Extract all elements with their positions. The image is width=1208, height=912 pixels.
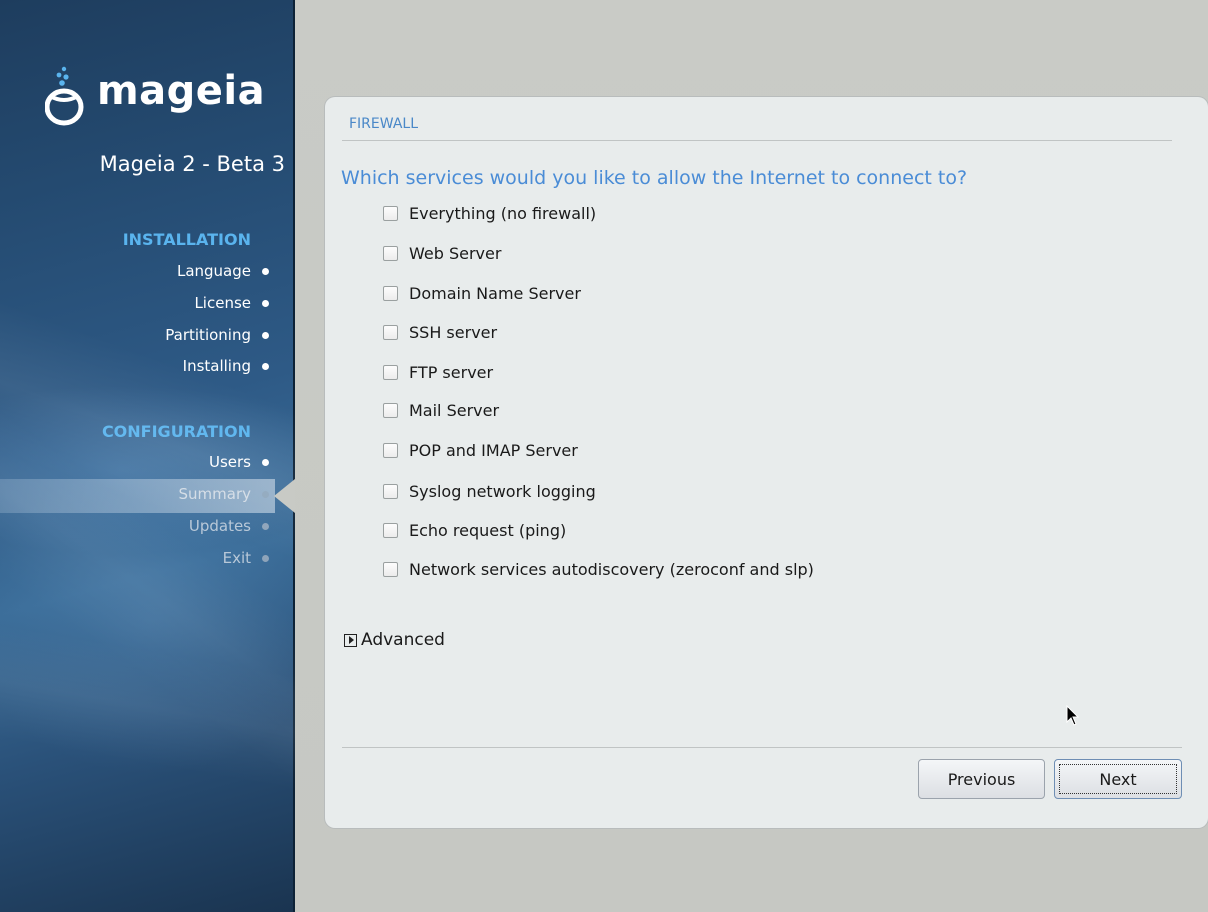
step-summary: Summary (178, 485, 269, 503)
option-label: Mail Server (409, 400, 500, 420)
checkbox[interactable] (383, 522, 398, 538)
option-ftp[interactable]: FTP server (383, 361, 493, 383)
option-label: Network services autodiscovery (zeroconf… (409, 559, 814, 579)
section-installation: INSTALLATION (122, 230, 251, 249)
checkbox[interactable] (383, 245, 398, 261)
step-label: License (194, 294, 251, 312)
triangle-right-icon[interactable] (344, 633, 357, 647)
option-everything[interactable]: Everything (no firewall) (383, 202, 596, 224)
arrow-cursor-icon (1066, 705, 1080, 726)
option-label: Everything (no firewall) (409, 203, 597, 223)
option-autodiscovery[interactable]: Network services autodiscovery (zeroconf… (383, 558, 814, 580)
option-dns[interactable]: Domain Name Server (383, 282, 581, 304)
advanced-label: Advanced (361, 630, 445, 650)
step-license: License (194, 294, 269, 312)
checkbox[interactable] (383, 483, 398, 499)
step-exit: Exit (222, 549, 269, 567)
option-label: Echo request (ping) (409, 520, 567, 540)
version-label: Mageia 2 - Beta 3 (99, 152, 285, 176)
step-label: Partitioning (165, 326, 251, 344)
advanced-expander[interactable]: Advanced (344, 630, 445, 650)
mageia-logo: mageia (45, 66, 285, 130)
step-dot-icon (262, 523, 269, 530)
step-dot-icon (262, 268, 269, 275)
step-dot-icon (262, 363, 269, 370)
checkbox[interactable] (383, 324, 398, 340)
option-echo[interactable]: Echo request (ping) (383, 519, 566, 541)
checkbox[interactable] (383, 561, 398, 577)
option-mail[interactable]: Mail Server (383, 399, 499, 421)
step-language: Language (176, 262, 269, 280)
sidebar: mageia Mageia 2 - Beta 3 INSTALLATION La… (0, 0, 295, 912)
option-label: POP and IMAP Server (409, 440, 578, 460)
option-ssh[interactable]: SSH server (383, 321, 497, 343)
focus-ring (1059, 764, 1177, 794)
page-title: FIREWALL (349, 116, 419, 132)
step-users: Users (208, 453, 269, 471)
step-label: Installing (182, 357, 251, 375)
checkbox[interactable] (383, 364, 398, 380)
option-label: Syslog network logging (409, 481, 596, 501)
option-pop-imap[interactable]: POP and IMAP Server (383, 439, 578, 461)
step-label: Language (176, 262, 251, 280)
step-dot-icon (262, 332, 269, 339)
step-updates: Updates (188, 517, 269, 535)
option-web-server[interactable]: Web Server (383, 242, 501, 264)
step-installing: Installing (182, 357, 269, 375)
title-divider (342, 140, 1172, 141)
bottom-divider (342, 747, 1182, 748)
previous-button[interactable]: Previous (918, 759, 1045, 799)
section-configuration: CONFIGURATION (101, 422, 251, 441)
checkbox[interactable] (383, 402, 398, 418)
step-partitioning: Partitioning (165, 326, 269, 344)
current-step-arrow-icon (274, 479, 295, 513)
checkbox[interactable] (383, 285, 398, 301)
option-label: SSH server (409, 322, 498, 342)
option-label: FTP server (409, 362, 494, 382)
step-dot-icon (262, 459, 269, 466)
question-label: Which services would you like to allow t… (341, 167, 968, 189)
step-dot-icon (262, 491, 269, 498)
step-label: Exit (222, 549, 251, 567)
checkbox[interactable] (383, 442, 398, 458)
step-label: Users (208, 453, 251, 471)
option-label: Domain Name Server (409, 283, 581, 303)
step-dot-icon (262, 300, 269, 307)
step-dot-icon (262, 555, 269, 562)
option-syslog[interactable]: Syslog network logging (383, 480, 596, 502)
mageia-cauldron-icon (45, 66, 84, 126)
step-label: Summary (178, 485, 252, 503)
logo-text: mageia (97, 68, 266, 114)
next-button[interactable]: Next (1054, 759, 1182, 799)
step-label: Updates (188, 517, 251, 535)
checkbox[interactable] (383, 205, 398, 221)
option-label: Web Server (409, 243, 502, 263)
